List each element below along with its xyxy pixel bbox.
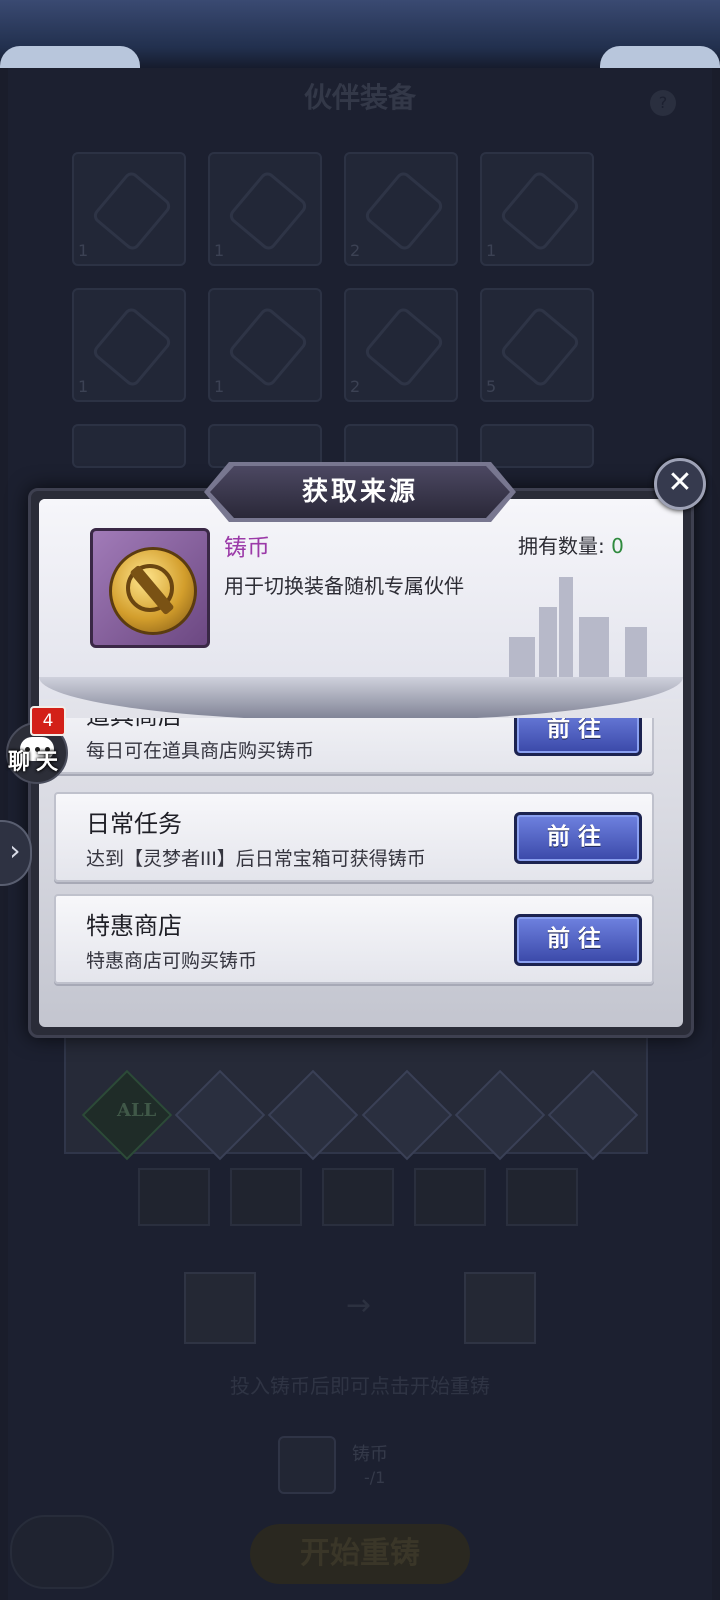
water-element-icon[interactable] bbox=[174, 1069, 266, 1161]
weapon-icon bbox=[90, 169, 174, 253]
owned-label: 拥有数量: bbox=[518, 534, 605, 558]
source-name: 特惠商店 bbox=[86, 912, 182, 940]
weapon-icon bbox=[226, 169, 310, 253]
castle-tower bbox=[625, 627, 647, 677]
slot-count: 2 bbox=[350, 241, 361, 260]
equipment-slot[interactable]: 1 bbox=[72, 288, 186, 402]
equipment-slot[interactable] bbox=[72, 424, 186, 468]
chat-label: 聊天 bbox=[8, 750, 65, 775]
equipment-slot[interactable]: 1 bbox=[208, 288, 322, 402]
light-element-icon[interactable] bbox=[454, 1069, 546, 1161]
coin-slot-count: -/1 bbox=[364, 1468, 386, 1487]
weapon-icon bbox=[362, 305, 446, 389]
filter-all-label: ALL bbox=[117, 1100, 157, 1121]
castle-tower bbox=[579, 617, 609, 677]
partner-slot[interactable] bbox=[506, 1168, 578, 1226]
source-list[interactable]: 道具商店 每日可在道具商店购买铸币 前往 日常任务 达到【灵梦者III】后日常宝… bbox=[38, 718, 678, 1000]
source-description: 达到【灵梦者III】后日常宝箱可获得铸币 bbox=[86, 848, 426, 870]
close-icon[interactable]: ✕ bbox=[654, 458, 706, 510]
slot-count: 2 bbox=[350, 377, 361, 396]
weapon-icon bbox=[498, 305, 582, 389]
header-divider bbox=[39, 677, 683, 721]
source-name: 日常任务 bbox=[86, 810, 182, 838]
slot-count: 1 bbox=[214, 241, 225, 260]
item-icon-frame bbox=[90, 528, 210, 648]
item-name: 铸币 bbox=[224, 535, 270, 561]
dark-element-icon[interactable] bbox=[548, 1069, 639, 1161]
goto-button[interactable]: 前往 bbox=[514, 812, 642, 864]
top-banner bbox=[0, 0, 720, 68]
chat-unread-badge: 4 bbox=[30, 706, 66, 736]
partner-slot[interactable] bbox=[230, 1168, 302, 1226]
owned-value: 0 bbox=[611, 534, 624, 558]
source-item-special-shop: 特惠商店 特惠商店可购买铸币 前往 bbox=[54, 894, 654, 984]
slot-count: 1 bbox=[486, 241, 497, 260]
partner-slot[interactable] bbox=[414, 1168, 486, 1226]
weapon-icon bbox=[90, 305, 174, 389]
equipment-slot[interactable]: 1 bbox=[72, 152, 186, 266]
equipment-slot[interactable] bbox=[208, 424, 322, 468]
weapon-icon bbox=[226, 305, 310, 389]
coin-slot-label: 铸币 bbox=[352, 1444, 388, 1465]
result-partner-portrait bbox=[464, 1272, 536, 1344]
cloud-decoration bbox=[600, 46, 720, 68]
arrow-right-icon: → bbox=[346, 1288, 372, 1323]
coin-slot[interactable] bbox=[278, 1436, 336, 1494]
slot-count: 1 bbox=[214, 377, 225, 396]
weapon-icon bbox=[362, 169, 446, 253]
goto-button[interactable]: 前往 bbox=[514, 914, 642, 966]
start-recast-button[interactable]: 开始重铸 bbox=[250, 1524, 470, 1584]
source-name: 道具商店 bbox=[86, 718, 182, 731]
back-button[interactable] bbox=[10, 1515, 114, 1589]
castle-tower bbox=[509, 637, 535, 677]
fire-element-icon[interactable] bbox=[268, 1069, 359, 1161]
wind-element-icon[interactable] bbox=[361, 1069, 452, 1161]
partner-slot[interactable] bbox=[138, 1168, 210, 1226]
slot-count: 5 bbox=[486, 377, 497, 396]
equipment-slot[interactable]: 2 bbox=[344, 152, 458, 266]
element-filter-row bbox=[80, 1069, 640, 1161]
source-item-shop: 道具商店 每日可在道具商店购买铸币 前往 bbox=[54, 718, 654, 774]
source-description: 每日可在道具商店购买铸币 bbox=[86, 740, 315, 762]
help-icon[interactable]: ? bbox=[650, 90, 676, 116]
equipment-slot[interactable]: 2 bbox=[344, 288, 458, 402]
goto-button[interactable]: 前往 bbox=[514, 718, 642, 756]
coin-icon bbox=[109, 547, 197, 635]
equipment-slot[interactable]: 1 bbox=[480, 152, 594, 266]
page-title: 伙伴装备 bbox=[303, 81, 416, 114]
castle-tower bbox=[559, 577, 573, 677]
dialog-title: 获取来源 bbox=[301, 477, 418, 507]
source-item-daily: 日常任务 达到【灵梦者III】后日常宝箱可获得铸币 前往 bbox=[54, 792, 654, 882]
partner-slot[interactable] bbox=[322, 1168, 394, 1226]
slot-count: 1 bbox=[78, 377, 89, 396]
slot-count: 1 bbox=[78, 241, 89, 260]
current-partner-portrait bbox=[184, 1272, 256, 1344]
castle-tower bbox=[539, 607, 557, 677]
equipment-slot[interactable]: 5 bbox=[480, 288, 594, 402]
owned-count: 拥有数量: 0 bbox=[518, 530, 624, 559]
weapon-icon bbox=[498, 169, 582, 253]
equipment-slot[interactable]: 1 bbox=[208, 152, 322, 266]
item-description: 用于切换装备随机专属伙伴 bbox=[224, 574, 464, 598]
recast-hint: 投入铸币后即可点击开始重铸 bbox=[230, 1374, 490, 1398]
equipment-slot[interactable] bbox=[480, 424, 594, 468]
cloud-decoration bbox=[0, 46, 140, 68]
source-description: 特惠商店可购买铸币 bbox=[86, 950, 258, 972]
equipment-slot[interactable] bbox=[344, 424, 458, 468]
